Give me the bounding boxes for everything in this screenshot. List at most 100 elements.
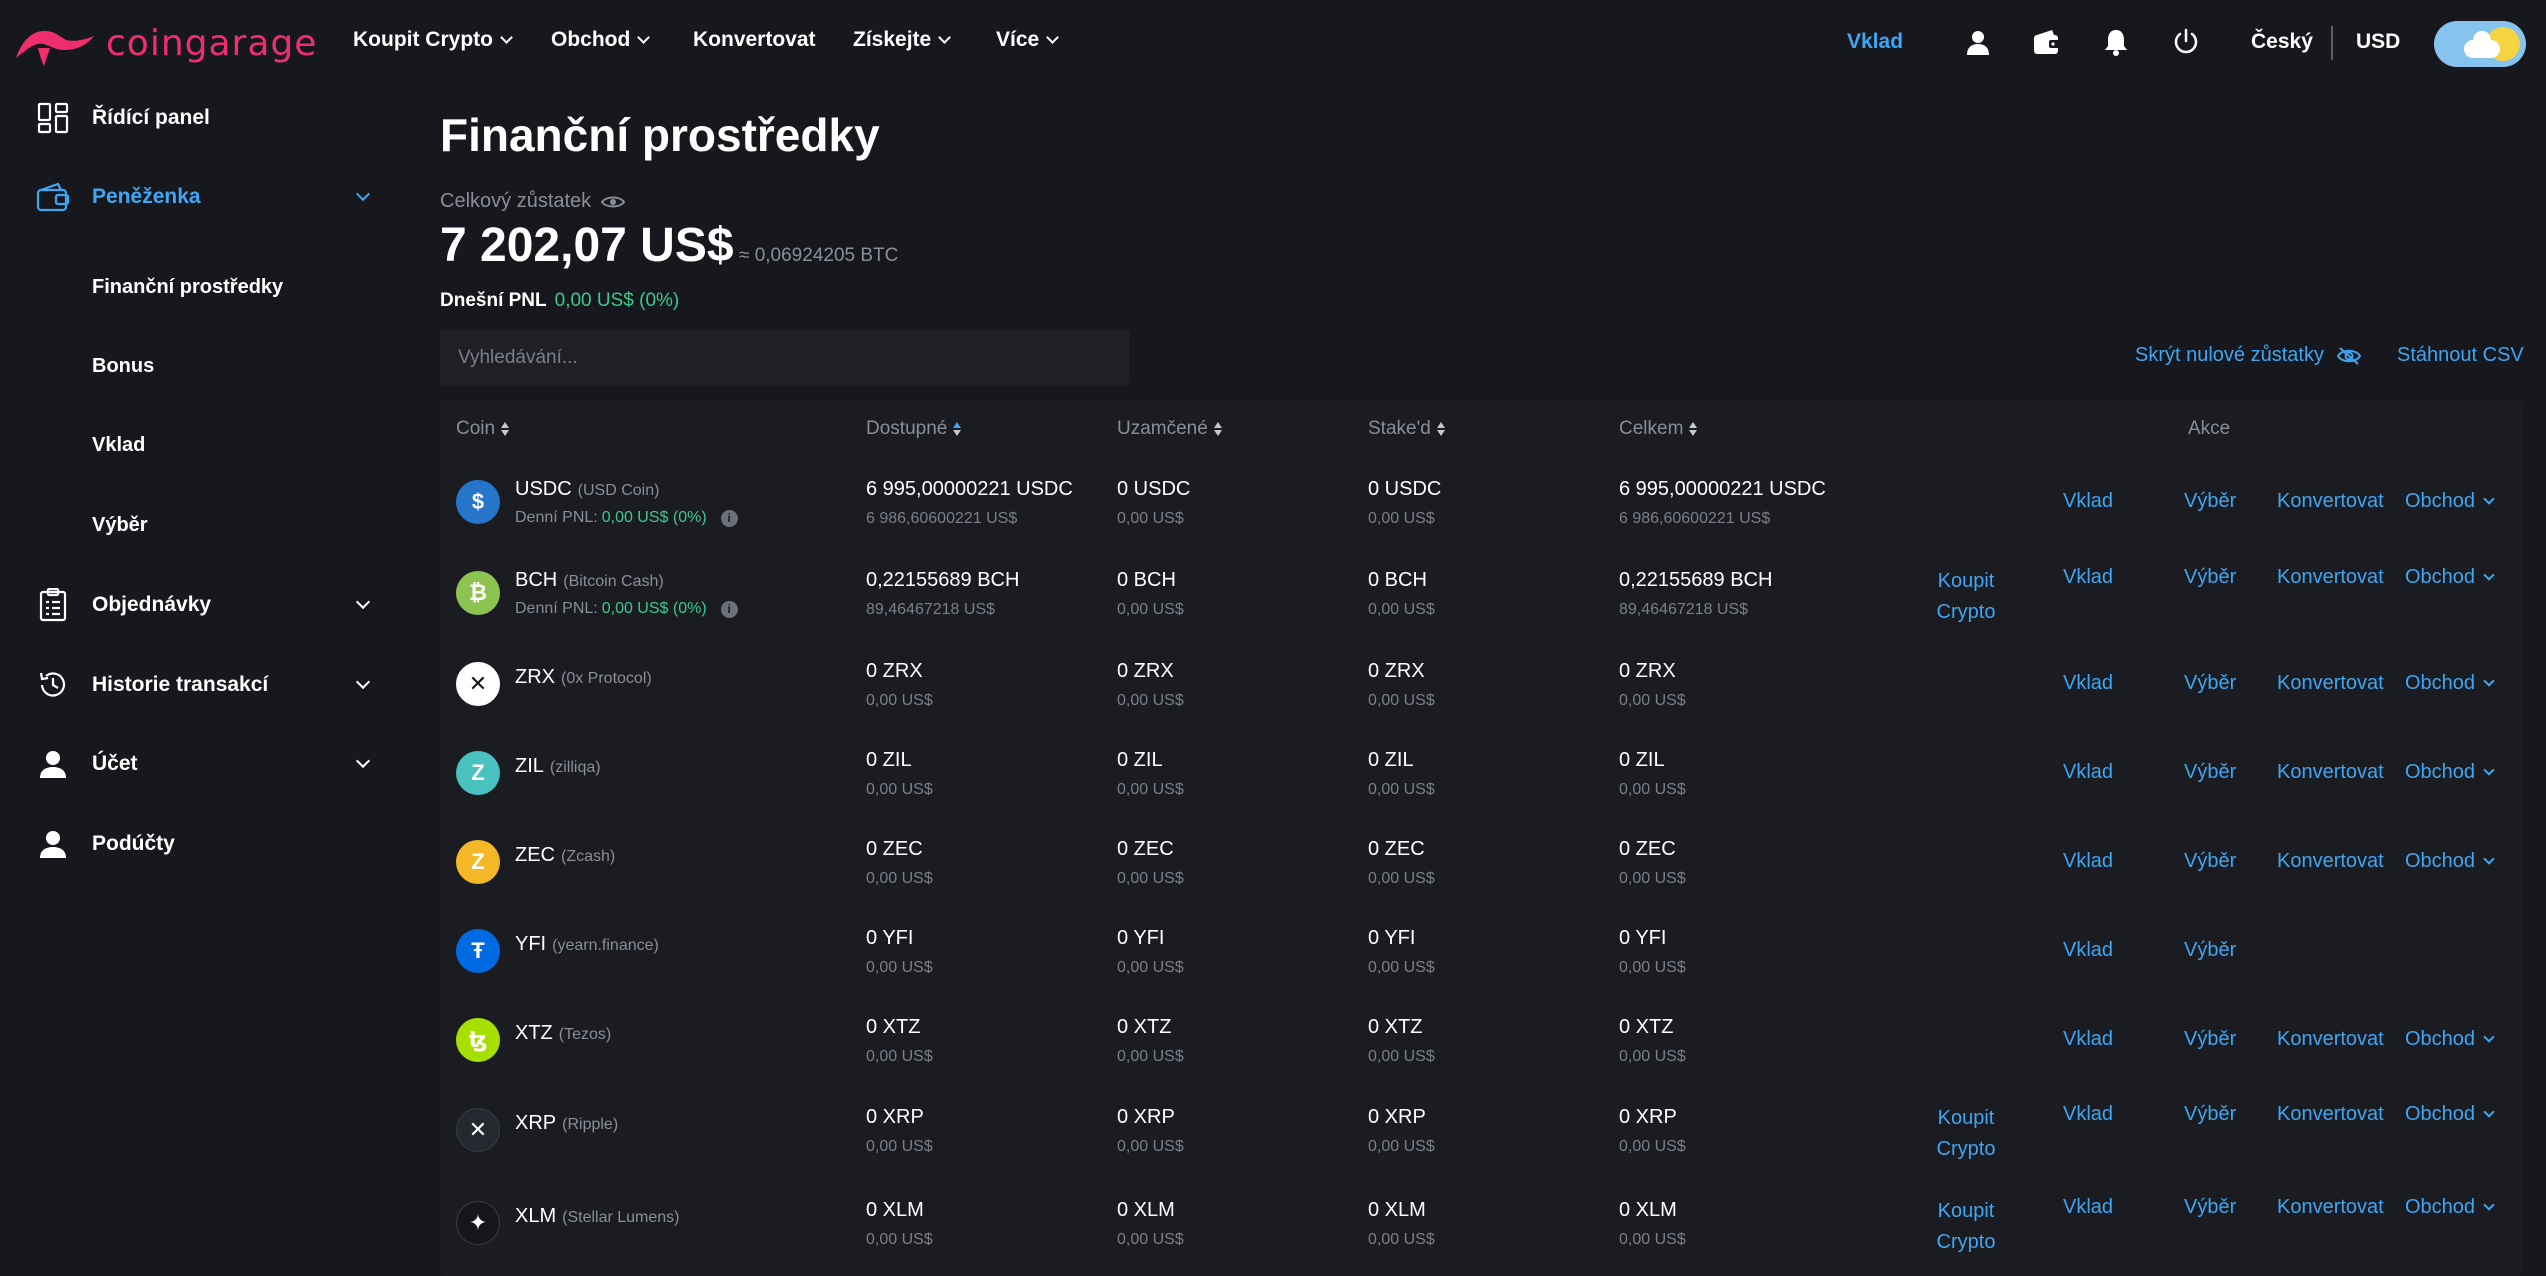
col-header-locked[interactable]: Uzamčené [1117, 418, 1222, 440]
withdraw-button[interactable]: Výběr [2184, 1196, 2236, 1219]
sidebar-item-wallet[interactable]: Peněženka [0, 167, 400, 227]
sidebar-sub-withdraw[interactable]: Výběr [92, 514, 148, 537]
chevron-down-icon [355, 186, 371, 202]
staked-usd: 0,00 US$ [1368, 1138, 1435, 1155]
user-icon[interactable] [1958, 22, 1998, 62]
col-header-total[interactable]: Celkem [1619, 418, 1698, 440]
hide-zero-label: Skrýt nulové zůstatky [2135, 344, 2324, 366]
total-usd: 0,00 US$ [1619, 692, 1686, 709]
deposit-button[interactable]: Vklad [2063, 1103, 2113, 1126]
deposit-button[interactable]: Vklad [2063, 1196, 2113, 1219]
language-selector[interactable]: Český [2251, 30, 2313, 54]
convert-button[interactable]: Konvertovat [2277, 566, 2384, 589]
convert-button[interactable]: Konvertovat [2277, 672, 2384, 695]
withdraw-button[interactable]: Výběr [2184, 1028, 2236, 1051]
convert-button[interactable]: Konvertovat [2277, 490, 2384, 513]
locked-usd: 0,00 US$ [1117, 1048, 1184, 1065]
convert-button[interactable]: Konvertovat [2277, 1103, 2384, 1126]
withdraw-button[interactable]: Výběr [2184, 1103, 2236, 1126]
coin-name: XTZ (Tezos) [515, 1022, 611, 1045]
wallet-icon[interactable] [2027, 22, 2067, 62]
col-header-available[interactable]: Dostupné [866, 418, 962, 440]
nav-label: Obchod [551, 28, 631, 51]
staked-amount: 0 ZIL [1368, 749, 1414, 771]
total-usd: 0,00 US$ [1619, 959, 1686, 976]
withdraw-button[interactable]: Výběr [2184, 566, 2236, 589]
power-icon[interactable] [2166, 22, 2206, 62]
sidebar-item-account[interactable]: Účet [0, 734, 400, 794]
search-input[interactable]: Vyhledávání... [440, 330, 1130, 386]
currency-selector[interactable]: USD [2356, 30, 2400, 54]
trade-dropdown[interactable]: Obchod [2405, 490, 2495, 513]
staked-amount: 0 ZRX [1368, 660, 1425, 682]
withdraw-button[interactable]: Výběr [2184, 490, 2236, 513]
trade-dropdown[interactable]: Obchod [2405, 850, 2495, 873]
coin-daily-pnl: Denní PNL: 0,00 US$ (0%) i [515, 509, 738, 527]
withdraw-button[interactable]: Výběr [2184, 672, 2236, 695]
today-pnl: Dnešní PNL 0,00 US$ (0%) [440, 290, 679, 312]
withdraw-button[interactable]: Výběr [2184, 939, 2236, 962]
total-amount: 0,22155689 BCH [1619, 569, 1773, 591]
deposit-button[interactable]: Vklad [2063, 566, 2113, 589]
locked-amount: 0 USDC [1117, 478, 1191, 500]
deposit-button[interactable]: Vklad [2063, 761, 2113, 784]
coin-symbol: XRP [515, 1112, 557, 1134]
nav-obchod[interactable]: Obchod [551, 28, 651, 52]
available-usd: 0,00 US$ [866, 870, 933, 887]
sidebar-item-label: Podúčty [92, 832, 175, 855]
trade-dropdown[interactable]: Obchod [2405, 761, 2495, 784]
buy-crypto-button[interactable]: Koupit Crypto [1921, 566, 2011, 628]
total-amount: 6 995,00000221 USDC [1619, 478, 1826, 500]
coin-symbol: XLM [515, 1205, 557, 1227]
withdraw-button[interactable]: Výběr [2184, 761, 2236, 784]
coin-fullname: (yearn.finance) [552, 937, 659, 954]
nav-ziskejte[interactable]: Získejte [853, 28, 952, 52]
eye-icon[interactable] [601, 194, 626, 210]
deposit-button[interactable]: Vklad [2063, 672, 2113, 695]
trade-dropdown[interactable]: Obchod [2405, 566, 2495, 589]
deposit-button[interactable]: Vklad [2063, 1028, 2113, 1051]
convert-button[interactable]: Konvertovat [2277, 1196, 2384, 1219]
deposit-button[interactable]: Vklad [2063, 939, 2113, 962]
convert-button[interactable]: Konvertovat [2277, 1028, 2384, 1051]
sidebar-item-subaccounts[interactable]: Podúčty [0, 814, 400, 874]
download-csv-link[interactable]: Stáhnout CSV [2397, 344, 2524, 367]
deposit-button[interactable]: Vklad [2063, 850, 2113, 873]
trade-dropdown[interactable]: Obchod [2405, 1196, 2495, 1219]
coin-name: ZIL (zilliqa) [515, 755, 601, 778]
hide-zero-balances-toggle[interactable]: Skrýt nulové zůstatky [2135, 344, 2362, 367]
sidebar-sub-bonus[interactable]: Bonus [92, 355, 154, 378]
sidebar-sub-funds[interactable]: Finanční prostředky [92, 276, 283, 299]
nav-koupit-crypto[interactable]: Koupit Crypto [353, 28, 513, 52]
sort-icon [1436, 421, 1445, 437]
coingarage-logo[interactable]: coingarage [14, 18, 317, 68]
coin-symbol: BCH [515, 569, 558, 591]
sidebar-item-history[interactable]: Historie transakcí [0, 655, 400, 715]
col-header-coin[interactable]: Coin [456, 418, 510, 440]
nav-konvertovat[interactable]: Konvertovat [693, 28, 816, 52]
trade-dropdown[interactable]: Obchod [2405, 672, 2495, 695]
sidebar-sub-deposit[interactable]: Vklad [92, 434, 145, 457]
buy-crypto-button[interactable]: Koupit Crypto [1921, 1103, 2011, 1165]
convert-button[interactable]: Konvertovat [2277, 850, 2384, 873]
col-header-staked[interactable]: Stake'd [1368, 418, 1445, 440]
info-icon[interactable]: i [720, 600, 738, 618]
sidebar-item-orders[interactable]: Objednávky [0, 575, 400, 635]
trade-dropdown[interactable]: Obchod [2405, 1103, 2495, 1126]
locked-amount: 0 ZIL [1117, 749, 1163, 771]
staked-amount: 0 USDC [1368, 478, 1442, 500]
withdraw-button[interactable]: Výběr [2184, 850, 2236, 873]
trade-label: Obchod [2405, 566, 2476, 588]
sidebar-item-dashboard[interactable]: Řídící panel [0, 88, 400, 148]
nav-vice[interactable]: Více [996, 28, 1060, 52]
bell-icon[interactable] [2096, 22, 2136, 62]
deposit-button[interactable]: Vklad [2063, 490, 2113, 513]
available-amount: 0 ZEC [866, 838, 923, 860]
buy-crypto-button[interactable]: Koupit Crypto [1921, 1196, 2011, 1258]
trade-dropdown[interactable]: Obchod [2405, 1028, 2495, 1051]
info-icon[interactable]: i [720, 509, 738, 527]
header-deposit-link[interactable]: Vklad [1847, 30, 1903, 54]
locked-usd: 0,00 US$ [1117, 510, 1184, 527]
convert-button[interactable]: Konvertovat [2277, 761, 2384, 784]
theme-toggle[interactable] [2434, 21, 2526, 67]
